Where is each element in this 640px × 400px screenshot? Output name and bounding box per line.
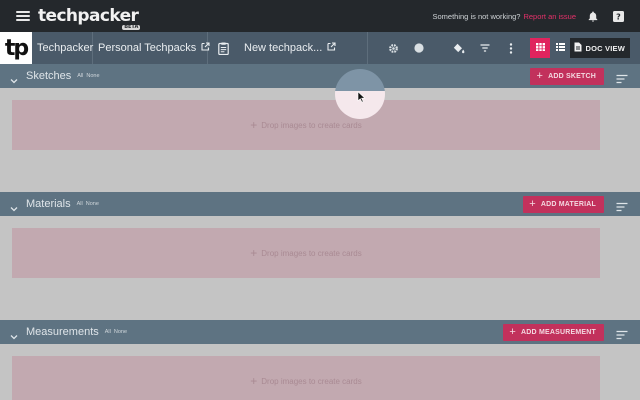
- more-vert-icon[interactable]: [498, 32, 524, 64]
- report-issue-link[interactable]: Report an issue: [523, 12, 576, 21]
- gear-icon[interactable]: [380, 32, 406, 64]
- plus-icon: +: [509, 325, 517, 338]
- techpack-content: Sketches All None + ADD SKETCH + Drop im…: [0, 64, 640, 400]
- menu-icon[interactable]: [16, 11, 30, 21]
- issue-prompt: Something is not working?: [432, 11, 521, 21]
- add-material-label: ADD MATERIAL: [540, 200, 596, 208]
- select-none-link[interactable]: None: [86, 73, 99, 79]
- list-view-icon: [555, 42, 565, 54]
- dropzone-label: Drop images to create cards: [261, 120, 362, 130]
- sort-icon[interactable]: [616, 327, 628, 340]
- circle-icon[interactable]: [406, 32, 432, 64]
- select-all-link[interactable]: All: [77, 73, 83, 79]
- select-all-link[interactable]: All: [77, 201, 83, 207]
- dropzone-label: Drop images to create cards: [261, 248, 362, 258]
- filter-icon[interactable]: [472, 32, 498, 64]
- grid-view-icon: [535, 42, 545, 54]
- breadcrumb-label: Techpacker: [37, 42, 94, 54]
- select-all-link[interactable]: All: [105, 329, 111, 335]
- plus-icon: +: [536, 69, 544, 82]
- add-measurement-label: ADD MEASUREMENT: [521, 328, 596, 336]
- breadcrumb-label: Personal Techpacks: [98, 42, 197, 54]
- doc-view-button[interactable]: DOC VIEW: [570, 38, 630, 58]
- plus-icon: +: [250, 118, 258, 132]
- add-sketch-button[interactable]: + ADD SKETCH: [530, 67, 604, 85]
- svg-text:?: ?: [616, 12, 621, 21]
- section-title: Sketches: [26, 70, 72, 82]
- breadcrumb-label: New techpack...: [244, 42, 323, 54]
- plus-icon: +: [250, 374, 258, 388]
- bell-icon[interactable]: [588, 11, 598, 22]
- section-title: Measurements: [26, 326, 99, 338]
- doc-view-label: DOC VIEW: [585, 43, 625, 53]
- external-link-icon[interactable]: [327, 42, 336, 54]
- section-body-materials: + Drop images to create cards: [0, 216, 640, 320]
- section-header-measurements: Measurements All None + ADD MEASUREMENT: [0, 320, 640, 344]
- section-header-materials: Materials All None + ADD MATERIAL: [0, 192, 640, 216]
- breadcrumb-techpacker[interactable]: Techpacker: [32, 32, 93, 64]
- chevron-down-icon[interactable]: [10, 200, 18, 212]
- app-logo-text: techpacker: [38, 5, 139, 26]
- section-body-measurements: + Drop images to create cards: [0, 344, 640, 400]
- dropzone-sketches[interactable]: + Drop images to create cards: [12, 100, 600, 150]
- chevron-down-icon[interactable]: [10, 72, 18, 84]
- sort-icon[interactable]: [616, 71, 628, 84]
- help-icon[interactable]: ?: [613, 10, 624, 22]
- add-sketch-label: ADD SKETCH: [548, 72, 596, 80]
- chevron-down-icon[interactable]: [10, 328, 18, 340]
- section-title: Materials: [26, 198, 71, 210]
- breadcrumb-personal-techpacks[interactable]: Personal Techpacks: [93, 32, 210, 64]
- beta-badge: BETA: [122, 23, 141, 30]
- dropzone-materials[interactable]: + Drop images to create cards: [12, 228, 600, 278]
- dropzone-measurements[interactable]: + Drop images to create cards: [12, 356, 600, 400]
- section-body-sketches: + Drop images to create cards: [0, 88, 640, 192]
- doc-view-icon: [574, 42, 582, 54]
- app-bar: techpacker BETA Something is not working…: [0, 0, 640, 32]
- add-measurement-button[interactable]: + ADD MEASUREMENT: [503, 323, 604, 341]
- app-logo[interactable]: techpacker BETA: [38, 5, 141, 30]
- grid-view-button[interactable]: [530, 38, 551, 58]
- select-none-link[interactable]: None: [86, 201, 99, 207]
- plus-icon: +: [250, 246, 258, 260]
- breadcrumb-techpack-name[interactable]: New techpack...: [238, 32, 368, 64]
- plus-icon: +: [529, 197, 536, 210]
- dropzone-label: Drop images to create cards: [261, 376, 362, 386]
- techpacker-logo-mark[interactable]: tp: [0, 32, 32, 64]
- select-none-link[interactable]: None: [114, 329, 127, 335]
- list-view-button[interactable]: [550, 38, 570, 58]
- add-material-button[interactable]: + ADD MATERIAL: [523, 195, 604, 213]
- mouse-pointer-icon: [357, 90, 367, 103]
- sort-icon[interactable]: [616, 199, 628, 212]
- paint-bucket-icon[interactable]: [446, 32, 472, 64]
- section-header-sketches: Sketches All None + ADD SKETCH: [0, 64, 640, 88]
- document-icon: [208, 32, 238, 64]
- techpack-toolbar: tp Techpacker Personal Techpacks New tec…: [0, 32, 640, 64]
